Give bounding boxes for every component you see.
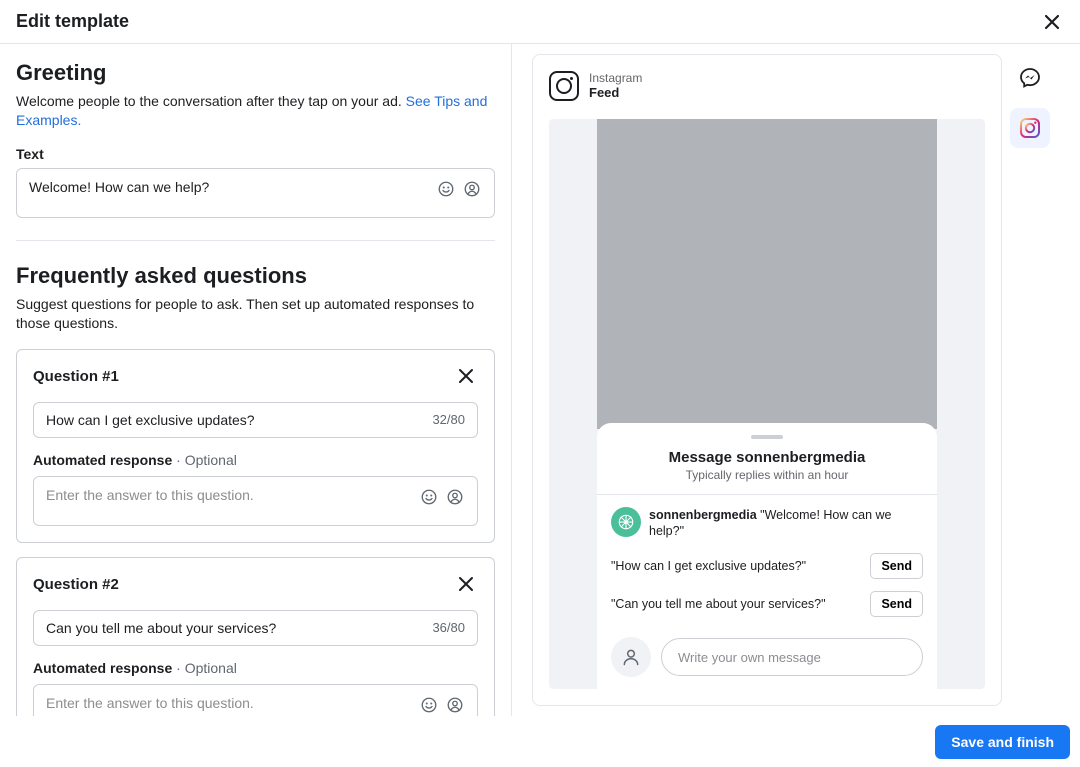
greeting-text-label: Text [16,146,495,162]
automated-response-label: Automated response · Optional [33,660,478,676]
editor-pane: Greeting Welcome people to the conversat… [0,44,512,716]
instagram-icon [549,71,579,101]
personalize-button[interactable] [445,695,465,715]
send-button[interactable]: Send [870,591,923,617]
sender-avatar [611,507,641,537]
automated-response-label: Automated response · Optional [33,452,478,468]
emoji-icon [420,488,438,506]
greeting-text-input[interactable]: Welcome! How can we help? [16,168,495,218]
composer-input[interactable]: Write your own message [661,638,923,676]
close-icon [456,574,476,594]
sheet-grabber [751,435,783,439]
preview-device: Message sonnenbergmedia Typically replie… [549,119,985,689]
close-icon [1042,12,1062,32]
char-counter: 36/80 [432,620,465,635]
sheet-title: Message sonnenbergmedia [597,449,937,466]
close-icon [456,366,476,386]
user-avatar [611,637,651,677]
automated-response-input[interactable]: Enter the answer to this question. [33,684,478,716]
preview-pane: Instagram Feed Message sonnenbergmedia T… [512,44,1080,716]
suggested-question: "How can I get exclusive updates?" [611,559,806,573]
faq-heading: Frequently asked questions [16,263,495,289]
remove-question-button[interactable] [456,574,478,596]
preview-platform: Instagram [589,71,642,85]
personalize-button[interactable] [445,487,465,507]
message-sheet: Message sonnenbergmedia Typically replie… [597,423,937,690]
messenger-preview-toggle[interactable] [1010,58,1050,98]
avatar-icon [617,513,635,531]
greeting-message: sonnenbergmedia "Welcome! How can we hel… [649,507,923,540]
page-title: Edit template [16,11,129,32]
question-title: Question #1 [33,368,119,385]
preview-placement: Feed [589,85,642,101]
close-button[interactable] [1040,10,1064,34]
question-card: Question #2 Can you tell me about your s… [16,557,495,716]
personalize-button[interactable] [462,179,482,199]
question-input[interactable]: Can you tell me about your services? 36/… [33,610,478,646]
person-icon [621,647,641,667]
remove-question-button[interactable] [456,366,478,388]
person-icon [446,488,464,506]
emoji-icon [420,696,438,714]
emoji-button[interactable] [419,695,439,715]
emoji-button[interactable] [419,487,439,507]
faq-description: Suggest questions for people to ask. The… [16,295,495,333]
instagram-icon [1018,116,1042,140]
instagram-preview-toggle[interactable] [1010,108,1050,148]
emoji-icon [437,180,455,198]
greeting-description: Welcome people to the conversation after… [16,92,495,130]
messenger-icon [1018,66,1042,90]
question-title: Question #2 [33,576,119,593]
char-counter: 32/80 [432,412,465,427]
question-card: Question #1 How can I get exclusive upda… [16,349,495,543]
section-divider [16,240,495,241]
question-input[interactable]: How can I get exclusive updates? 32/80 [33,402,478,438]
preview-media-placeholder [597,119,937,429]
automated-response-input[interactable]: Enter the answer to this question. [33,476,478,526]
send-button[interactable]: Send [870,553,923,579]
person-icon [446,696,464,714]
greeting-heading: Greeting [16,60,495,86]
preview-frame: Instagram Feed Message sonnenbergmedia T… [532,54,1002,706]
suggested-question: "Can you tell me about your services?" [611,597,826,611]
save-button[interactable]: Save and finish [935,725,1070,759]
emoji-button[interactable] [436,179,456,199]
person-icon [463,180,481,198]
sheet-subtitle: Typically replies within an hour [597,468,937,495]
